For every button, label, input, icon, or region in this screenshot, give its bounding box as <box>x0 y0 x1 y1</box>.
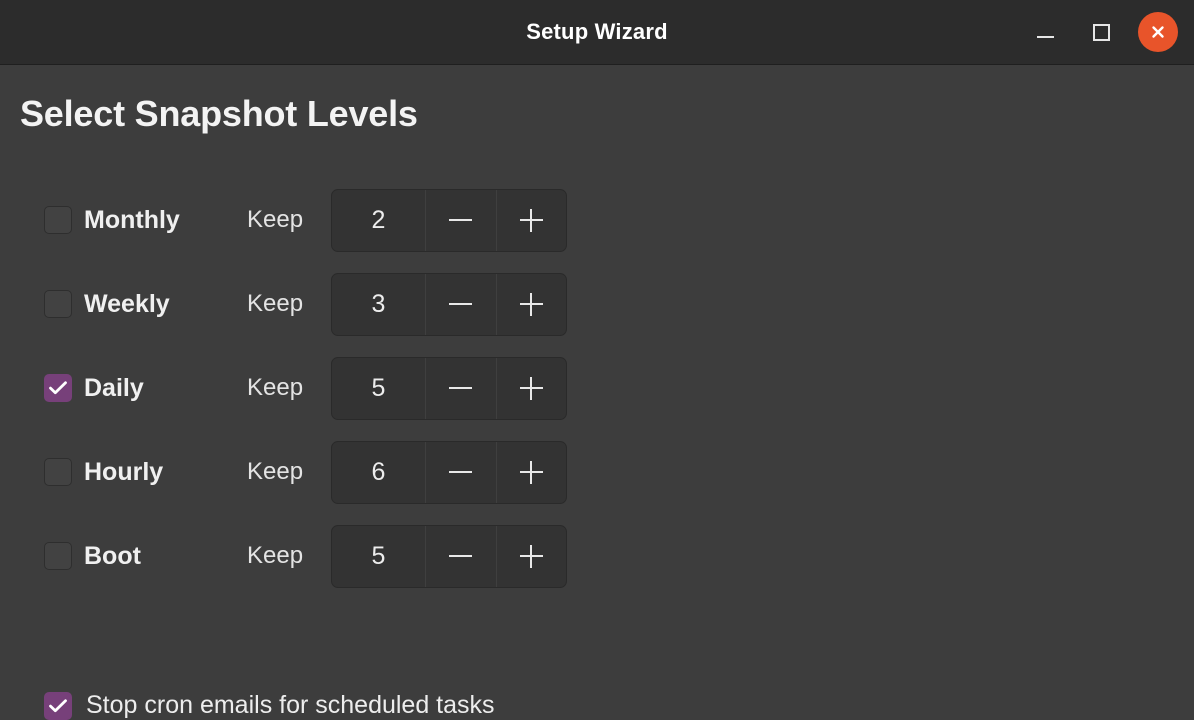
minimize-button[interactable] <box>1026 13 1064 51</box>
level-label: Monthly <box>84 205 180 234</box>
checkbox-unchecked-icon[interactable] <box>44 290 72 318</box>
keep-count-stepper[interactable]: 3 <box>331 272 567 336</box>
keep-label: Keep <box>247 290 304 317</box>
keep-count-increment-button[interactable] <box>497 442 567 503</box>
keep-count-input[interactable]: 6 <box>332 441 426 503</box>
level-checkbox-monthly[interactable] <box>44 206 72 234</box>
checkbox-unchecked-icon[interactable] <box>44 542 72 570</box>
keep-count-input[interactable]: 2 <box>332 189 426 251</box>
plus-icon <box>519 460 543 484</box>
keep-count-input[interactable]: 5 <box>332 357 426 419</box>
stop-cron-emails-label: Stop cron emails for scheduled tasks <box>86 691 495 719</box>
keep-count-stepper[interactable]: 6 <box>331 440 567 504</box>
keep-count-increment-button[interactable] <box>497 358 567 419</box>
checkbox-checked-icon[interactable] <box>44 691 72 720</box>
minus-icon <box>449 303 473 305</box>
maximize-icon <box>1092 23 1110 41</box>
maximize-button[interactable] <box>1082 13 1120 51</box>
level-checkbox-hourly[interactable] <box>44 458 72 486</box>
table-row: Boot Keep 5 <box>0 514 1194 598</box>
checkbox-unchecked-icon[interactable] <box>44 458 72 486</box>
close-button[interactable] <box>1138 12 1178 52</box>
minimize-icon <box>1036 35 1054 38</box>
plus-icon <box>519 544 543 568</box>
dialog-content: Select Snapshot Levels Monthly Keep 2 We… <box>0 65 1194 720</box>
level-label: Boot <box>84 541 141 570</box>
level-checkbox-boot[interactable] <box>44 542 72 570</box>
checkbox-checked-icon[interactable] <box>44 374 72 402</box>
plus-icon <box>519 208 543 232</box>
keep-count-stepper[interactable]: 5 <box>331 356 567 420</box>
minus-icon <box>449 387 473 389</box>
page-title: Select Snapshot Levels <box>20 93 418 134</box>
table-row: Hourly Keep 6 <box>0 430 1194 514</box>
keep-count-increment-button[interactable] <box>497 526 567 587</box>
level-label: Weekly <box>84 289 170 318</box>
keep-label: Keep <box>247 206 304 233</box>
keep-count-decrement-button[interactable] <box>426 441 497 503</box>
keep-count-decrement-button[interactable] <box>426 273 497 335</box>
keep-label: Keep <box>247 542 304 569</box>
keep-count-decrement-button[interactable] <box>426 357 497 419</box>
plus-icon <box>519 376 543 400</box>
keep-count-input[interactable]: 5 <box>332 525 426 587</box>
keep-label: Keep <box>247 374 304 401</box>
level-label: Hourly <box>84 457 164 486</box>
minus-icon <box>449 219 473 221</box>
keep-count-decrement-button[interactable] <box>426 525 497 587</box>
close-icon <box>1152 26 1164 38</box>
window-titlebar: Setup Wizard <box>0 0 1194 65</box>
minus-icon <box>449 555 473 557</box>
keep-count-decrement-button[interactable] <box>426 189 497 251</box>
snapshot-levels-list: Monthly Keep 2 Weekly Keep 3 Daily Keep … <box>0 178 1194 598</box>
keep-count-input[interactable]: 3 <box>332 273 426 335</box>
checkbox-unchecked-icon[interactable] <box>44 206 72 234</box>
window-title: Setup Wizard <box>526 19 668 44</box>
table-row: Daily Keep 5 <box>0 346 1194 430</box>
level-checkbox-weekly[interactable] <box>44 290 72 318</box>
keep-label: Keep <box>247 458 304 485</box>
keep-count-stepper[interactable]: 5 <box>331 524 567 588</box>
level-checkbox-daily[interactable] <box>44 374 72 402</box>
stop-cron-emails-option[interactable]: Stop cron emails for scheduled tasks <box>44 691 495 720</box>
keep-count-stepper[interactable]: 2 <box>331 188 567 252</box>
table-row: Monthly Keep 2 <box>0 178 1194 262</box>
checkmark-icon <box>49 381 67 395</box>
minus-icon <box>449 471 473 473</box>
level-label: Daily <box>84 373 144 402</box>
table-row: Weekly Keep 3 <box>0 262 1194 346</box>
checkmark-icon <box>49 698 67 712</box>
window-controls <box>1026 0 1178 64</box>
keep-count-increment-button[interactable] <box>497 190 567 251</box>
plus-icon <box>519 292 543 316</box>
keep-count-increment-button[interactable] <box>497 274 567 335</box>
